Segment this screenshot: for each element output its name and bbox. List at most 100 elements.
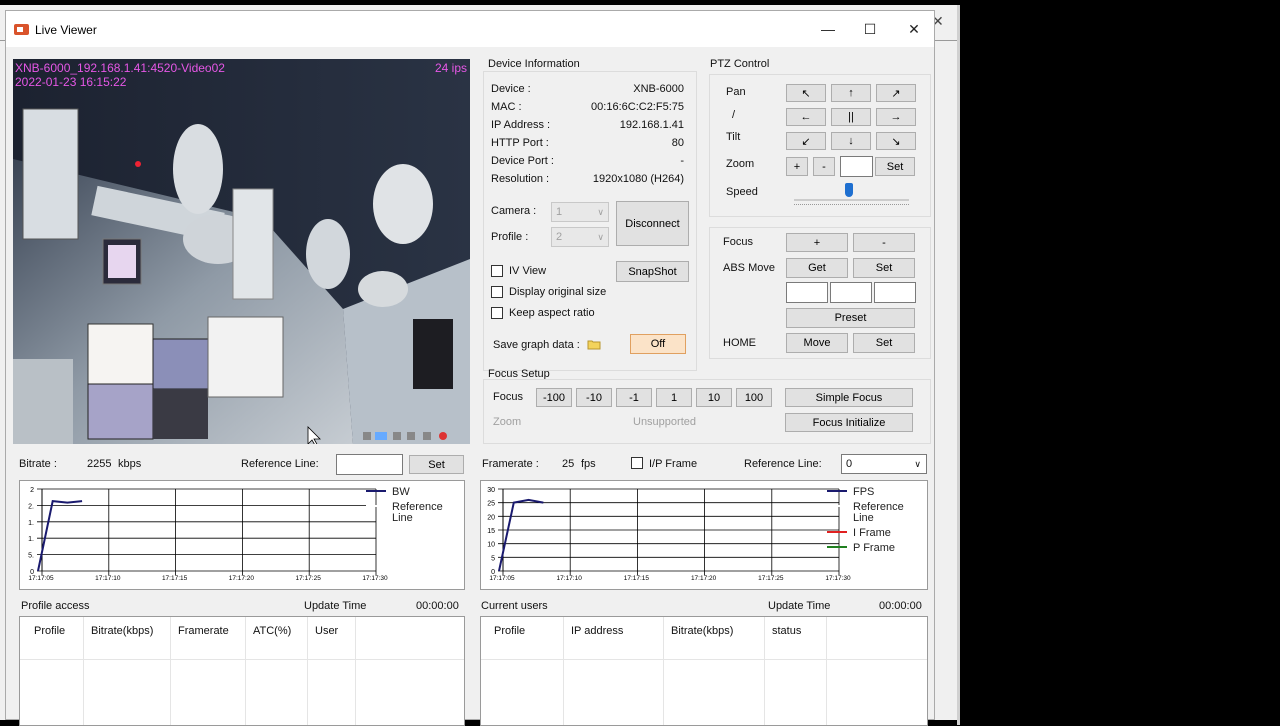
device-info-title: Device Information <box>488 58 580 70</box>
maximize-button[interactable]: ☐ <box>850 17 890 41</box>
focus-step-button[interactable]: -10 <box>576 388 612 407</box>
legend-label: BW <box>392 486 410 498</box>
camera-select[interactable]: 1 ∨ <box>551 202 609 222</box>
snapshot-button[interactable]: SnapShot <box>616 261 689 282</box>
y-tick-label: 2. <box>28 503 34 510</box>
table-column-divider <box>245 617 246 725</box>
y-tick-label: 15 <box>487 528 495 535</box>
abs-zoom-input[interactable] <box>874 282 916 303</box>
x-tick-label: 17:17:20 <box>691 575 717 582</box>
pan-right-button[interactable]: → <box>876 108 916 126</box>
table-column-divider <box>764 617 765 725</box>
focus-initialize-button[interactable]: Focus Initialize <box>785 413 913 432</box>
focus-step-button[interactable]: -1 <box>616 388 652 407</box>
profile-access-table[interactable]: Profile Bitrate(kbps) Framerate ATC(%) User <box>19 616 465 726</box>
camera-label: XNB-6000_192.168.1.41:4520-Video02 <box>15 61 225 75</box>
pan-up-button[interactable]: ↑ <box>831 84 871 102</box>
focus-step-button[interactable]: 1 <box>656 388 692 407</box>
focus-minus-button[interactable]: - <box>853 233 915 252</box>
speed-slider-thumb[interactable] <box>845 183 854 197</box>
keep-aspect-label: Keep aspect ratio <box>509 307 595 319</box>
framerate-value: 25 <box>562 458 575 470</box>
speed-slider-track[interactable] <box>794 199 909 201</box>
x-tick-label: 17:17:30 <box>825 575 851 582</box>
y-tick-label: 2 <box>30 487 34 494</box>
table-column-divider <box>83 617 84 725</box>
y-tick-label: 30 <box>487 487 495 494</box>
y-tick-label: 1. <box>28 520 34 527</box>
iv-view-label: IV View <box>509 265 547 277</box>
pan-down-button[interactable]: ↓ <box>831 132 871 150</box>
pan-stop-button[interactable]: || <box>831 108 871 126</box>
bitrate-ref-input[interactable] <box>336 454 403 475</box>
x-tick-label: 17:17:10 <box>95 575 121 582</box>
framerate-unit: fps <box>581 458 596 470</box>
device-info-label: Resolution : <box>491 173 550 185</box>
table-column-divider <box>563 617 564 725</box>
abs-move-label: ABS Move <box>723 262 775 274</box>
pan-up-left-button[interactable]: ↖ <box>786 84 826 102</box>
zoom-input[interactable] <box>840 156 873 177</box>
device-info-label: HTTP Port : <box>491 137 549 149</box>
keep-aspect-checkbox[interactable] <box>491 307 503 319</box>
pan-down-right-button[interactable]: ↘ <box>876 132 916 150</box>
ip-frame-label: I/P Frame <box>649 458 698 470</box>
home-move-button[interactable]: Move <box>786 333 848 353</box>
table-header: Framerate <box>178 625 229 637</box>
profile-select[interactable]: 2 ∨ <box>551 227 609 247</box>
save-graph-toggle[interactable]: Off <box>630 334 686 354</box>
table-header: Bitrate(kbps) <box>91 625 154 637</box>
focus-step-button[interactable]: 100 <box>736 388 772 407</box>
x-tick-label: 17:17:05 <box>489 575 515 582</box>
focus-step-button[interactable]: 10 <box>696 388 732 407</box>
bitrate-unit: kbps <box>118 458 142 470</box>
close-button[interactable]: ✕ <box>894 17 934 41</box>
ip-frame-checkbox[interactable] <box>631 457 643 469</box>
preset-button[interactable]: Preset <box>786 308 915 328</box>
framerate-chart-svg: 30252015105017:17:05 17:17:10 17:17:15 17:1… <box>487 486 904 582</box>
camera-label-text: Camera : <box>491 205 537 217</box>
simple-focus-button[interactable]: Simple Focus <box>785 388 913 407</box>
abs-tilt-input[interactable] <box>830 282 872 303</box>
folder-icon[interactable] <box>587 338 601 350</box>
pan-left-button[interactable]: ← <box>786 108 826 126</box>
abs-pan-input[interactable] <box>786 282 828 303</box>
legend-label: P Frame <box>853 542 895 554</box>
focus-plus-button[interactable]: + <box>786 233 848 252</box>
abs-set-button[interactable]: Set <box>853 258 915 278</box>
legend-label: FPS <box>853 486 874 498</box>
abs-get-button[interactable]: Get <box>786 258 848 278</box>
x-tick-label: 17:17:15 <box>624 575 650 582</box>
table-column-divider <box>170 617 171 725</box>
window-title: Live Viewer <box>35 23 97 37</box>
title-bar: Live Viewer — ☐ ✕ <box>6 11 934 47</box>
framerate-ref-select[interactable]: 0 ∨ <box>841 454 927 474</box>
display-original-checkbox[interactable] <box>491 286 503 298</box>
fps-label: 24 ips <box>434 61 467 75</box>
iv-view-checkbox[interactable] <box>491 265 503 277</box>
x-tick-label: 17:17:05 <box>28 575 54 582</box>
video-view[interactable]: XNB-6000_192.168.1.41:4520-Video02 2022-… <box>13 59 470 444</box>
table-column-divider <box>355 617 356 725</box>
device-info-label: MAC : <box>491 101 522 113</box>
zoom-minus-button[interactable]: - <box>813 157 835 176</box>
disconnect-button[interactable]: Disconnect <box>616 201 689 246</box>
home-set-button[interactable]: Set <box>853 333 915 353</box>
focus-step-button[interactable]: -100 <box>536 388 572 407</box>
bitrate-ref-label: Reference Line: <box>241 458 319 470</box>
table-header: Profile <box>34 625 66 637</box>
legend-label: Line <box>392 512 413 524</box>
current-users-table[interactable]: Profile IP address Bitrate(kbps) status <box>480 616 928 726</box>
zoom-set-button[interactable]: Set <box>875 157 915 176</box>
device-info-value: 00:16:6C:C2:F5:75 <box>591 101 684 113</box>
zoom-label: Zoom <box>726 158 755 170</box>
minimize-button[interactable]: — <box>808 17 848 41</box>
bitrate-chart-svg: 22.1.1.5.017:17:05 17:17:10 17:17:15 17:17:… <box>28 486 443 582</box>
y-tick-label: 10 <box>487 542 495 549</box>
bitrate-value: 2255 <box>87 458 112 470</box>
bitrate-set-button[interactable]: Set <box>409 455 464 474</box>
pan-up-right-button[interactable]: ↗ <box>876 84 916 102</box>
zoom-plus-button[interactable]: + <box>786 157 808 176</box>
bitrate-label: Bitrate : <box>19 458 57 470</box>
pan-down-left-button[interactable]: ↙ <box>786 132 826 150</box>
